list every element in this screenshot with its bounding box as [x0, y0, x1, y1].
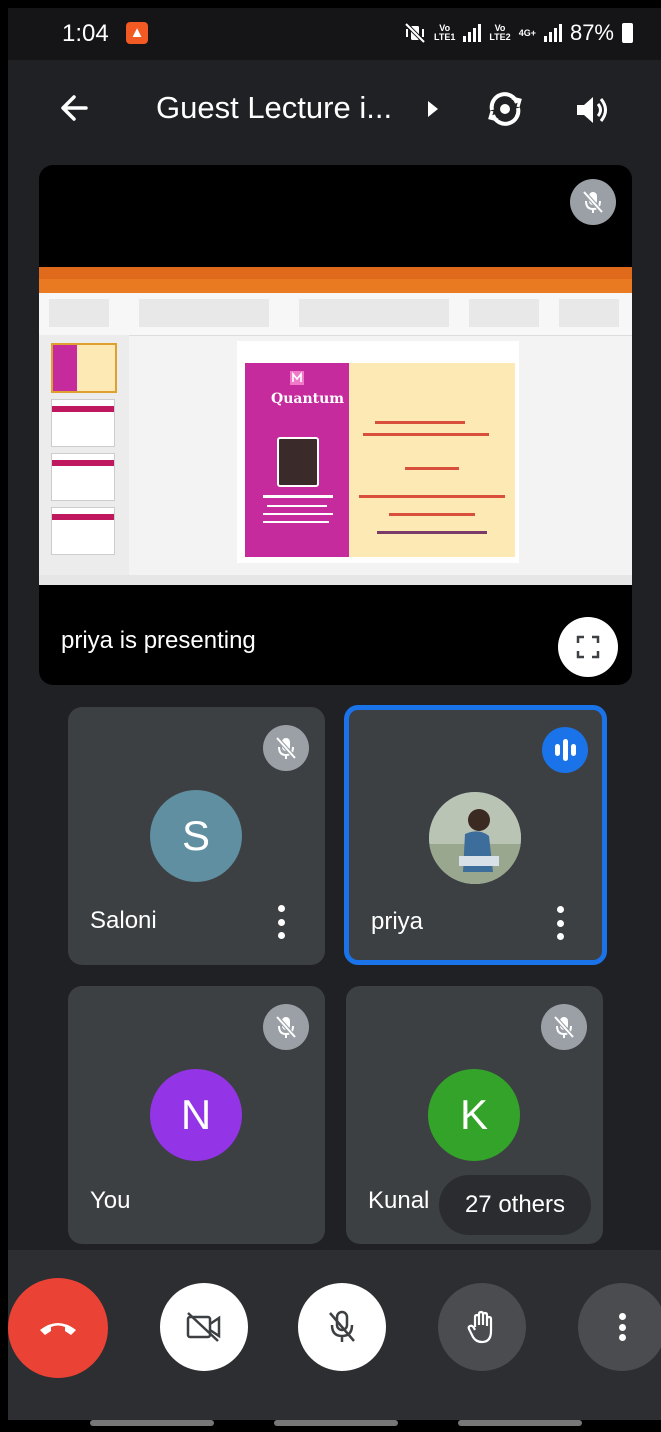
fullscreen-icon: [576, 635, 600, 659]
camera-flip-icon[interactable]: [484, 88, 526, 130]
speaker-photo: [277, 437, 319, 487]
notification-app-icon: ▲: [126, 22, 148, 44]
meeting-title[interactable]: Guest Lecture i...: [156, 90, 392, 126]
shared-screen: Quantum: [39, 267, 632, 585]
vibrate-mute-icon: [404, 22, 426, 44]
participant-name: priya: [371, 908, 424, 935]
hand-icon: [467, 1310, 493, 1344]
nav-recents-bar[interactable]: [90, 1420, 214, 1426]
presentation-tile[interactable]: Quantum priya is presenting: [39, 165, 632, 685]
participant-tile-self[interactable]: N You: [68, 986, 325, 1244]
phone-hangup-icon: [40, 1323, 76, 1335]
ppt-title-bar: [39, 267, 632, 279]
volte2-label: Vo LTE2: [489, 23, 511, 42]
speaker-icon[interactable]: [572, 90, 612, 130]
participant-tile[interactable]: S Saloni: [68, 707, 325, 965]
slide-thumbnails: [39, 335, 129, 575]
others-count-button[interactable]: 27 others: [439, 1175, 591, 1235]
mic-toggle-button[interactable]: [298, 1283, 386, 1371]
more-options-button[interactable]: [578, 1283, 661, 1371]
more-vertical-icon[interactable]: [278, 905, 286, 939]
avatar: [429, 792, 521, 884]
camera-toggle-button[interactable]: [160, 1283, 248, 1371]
ppt-ribbon-tabs: [39, 279, 632, 293]
volte1-label: Vo LTE1: [434, 23, 456, 42]
presenting-label: priya is presenting: [61, 627, 256, 654]
university-logo: Quantum: [271, 391, 345, 407]
raise-hand-button[interactable]: [438, 1283, 526, 1371]
arrow-left-icon[interactable]: [56, 90, 92, 126]
more-vertical-icon: [618, 1313, 626, 1341]
mic-off-icon: [570, 179, 616, 225]
participant-name: Kunal: [368, 1187, 430, 1214]
nav-back-bar[interactable]: [458, 1420, 582, 1426]
ppt-status-bar: [39, 575, 632, 585]
chevron-right-icon[interactable]: [426, 100, 440, 118]
mic-off-icon: [263, 1004, 309, 1050]
mic-off-icon: [541, 1004, 587, 1050]
network-type: 4G+: [518, 27, 536, 38]
participant-name: You: [90, 1187, 131, 1214]
battery-icon: [622, 23, 633, 43]
slide-left-panel: Quantum: [245, 363, 349, 557]
more-vertical-icon[interactable]: [557, 906, 565, 940]
avatar: K: [428, 1069, 520, 1161]
fullscreen-button[interactable]: [558, 617, 618, 677]
mic-off-icon: [329, 1310, 355, 1342]
slide-right-panel: [349, 363, 515, 557]
avatar: N: [150, 1069, 242, 1161]
end-call-button[interactable]: [8, 1278, 108, 1378]
status-icons: Vo LTE1 Vo LTE2 4G+ 87%: [404, 20, 633, 46]
signal-2-icon: [543, 24, 562, 42]
mic-off-icon: [263, 725, 309, 771]
meeting-header: Guest Lecture i...: [8, 60, 661, 160]
signal-1-icon: [463, 24, 482, 42]
avatar: S: [150, 790, 242, 882]
call-controls: [8, 1250, 661, 1420]
profile-photo: [429, 792, 521, 884]
battery-percent: 87%: [569, 20, 614, 45]
speaking-indicator-icon: [542, 727, 588, 773]
status-bar: 1:04 ▲ Vo LTE1 Vo LTE2 4G+ 87%: [8, 8, 661, 60]
nav-home-bar[interactable]: [274, 1420, 398, 1426]
ppt-ribbon: [39, 293, 632, 336]
video-off-icon: [186, 1312, 221, 1342]
clock: 1:04: [62, 20, 109, 47]
participant-tile-active[interactable]: priya: [344, 705, 607, 965]
participant-name: Saloni: [90, 907, 157, 934]
